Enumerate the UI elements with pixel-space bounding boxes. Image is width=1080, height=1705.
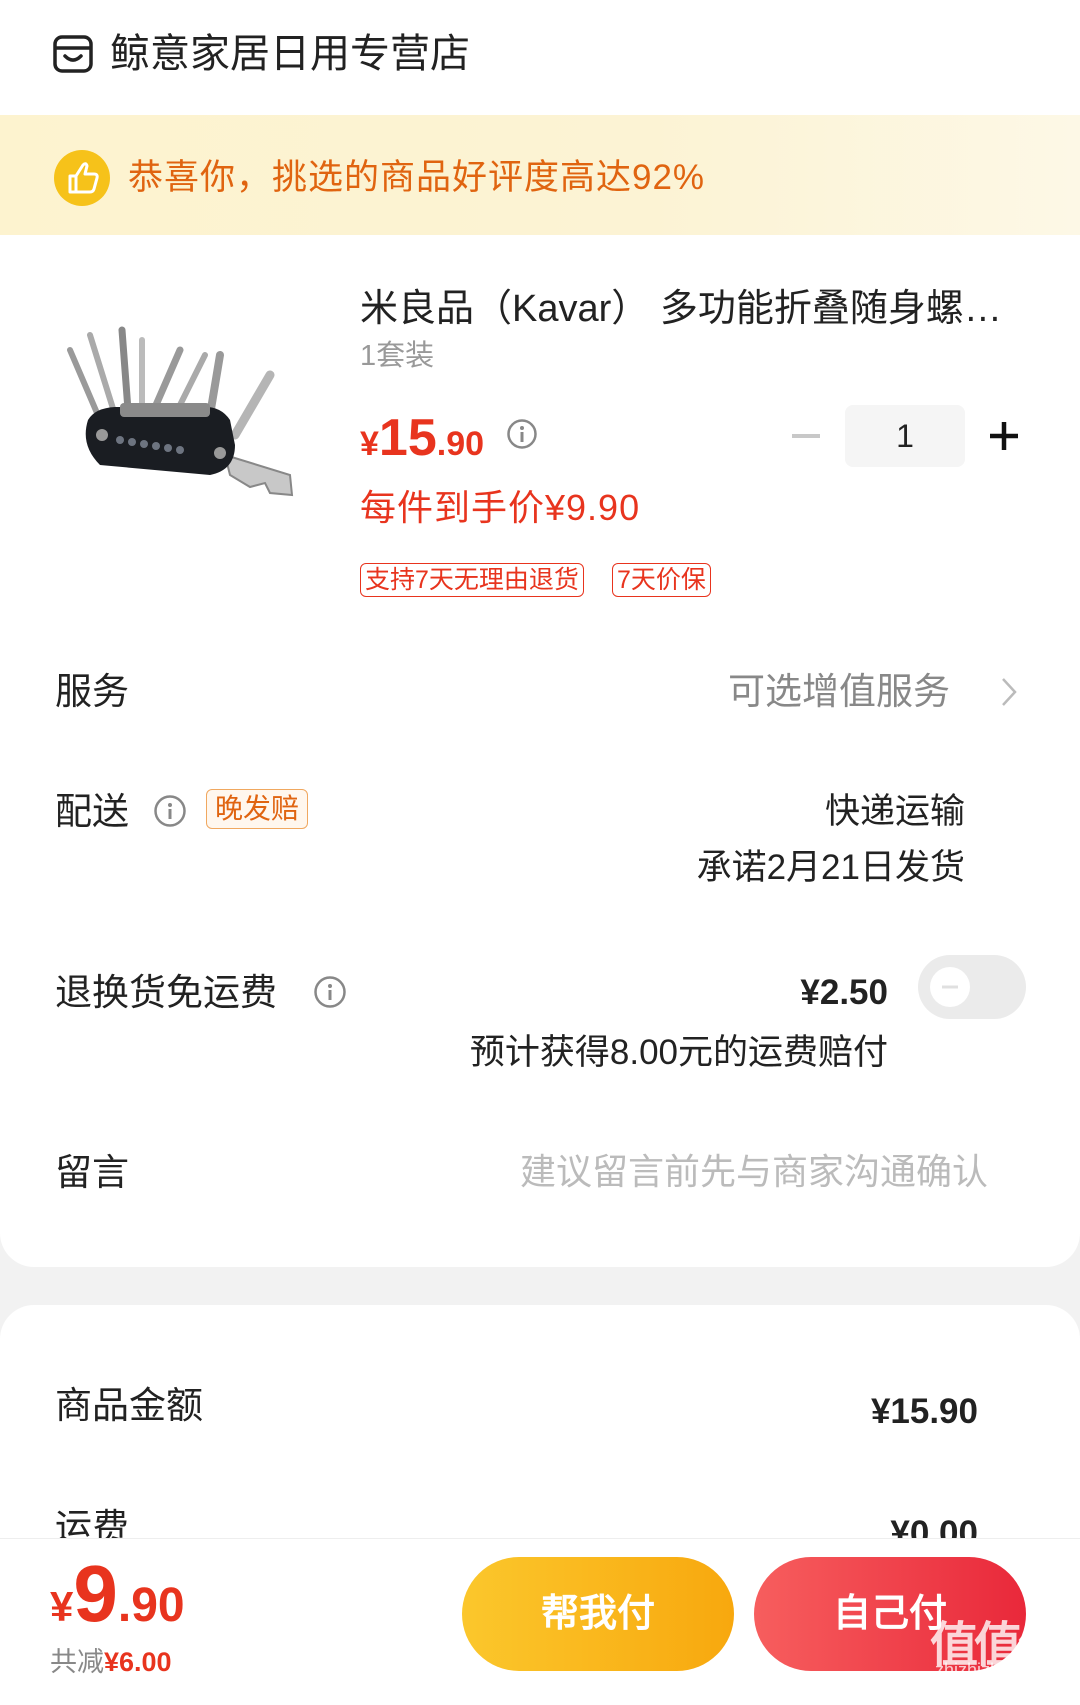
delivery-label: 配送 bbox=[55, 791, 129, 832]
return-shipping-label: 退换货免运费 bbox=[55, 972, 277, 1013]
goods-amount-value: ¥15.90 bbox=[870, 1392, 978, 1431]
store-name[interactable]: 鲸意家居日用专营店 bbox=[110, 30, 470, 78]
discount-label: 共减 bbox=[50, 1647, 104, 1677]
delivery-method: 快递运输 bbox=[824, 792, 965, 831]
info-icon[interactable] bbox=[153, 794, 187, 828]
late-delivery-compensation-tag: 晚发赔 bbox=[206, 789, 309, 829]
service-label: 服务 bbox=[55, 671, 129, 712]
price-decimal: .90 bbox=[436, 425, 485, 463]
product-price: ¥15.90 bbox=[360, 408, 484, 481]
chevron-right-icon[interactable] bbox=[1000, 676, 1018, 708]
quantity-increase-button[interactable] bbox=[986, 418, 1022, 454]
return-shipping-note: 预计获得8.00元的运费赔付 bbox=[469, 1033, 888, 1072]
service-value[interactable]: 可选增值服务 bbox=[728, 667, 950, 717]
watermark-url: zhizhizhi.com bbox=[935, 1660, 1044, 1680]
total-currency: ¥ bbox=[50, 1583, 74, 1630]
return-shipping-toggle[interactable] bbox=[918, 955, 1026, 1019]
product-spec[interactable]: 1套装 bbox=[360, 338, 434, 374]
discount-value: ¥6.00 bbox=[104, 1647, 172, 1677]
return-policy-tag: 支持7天无理由退货 bbox=[360, 563, 584, 597]
total-integer: 9 bbox=[73, 1549, 118, 1638]
price-integer: 15 bbox=[378, 409, 437, 467]
price-currency: ¥ bbox=[360, 425, 379, 463]
product-image[interactable] bbox=[60, 325, 320, 535]
delivery-promise: 承诺2月21日发货 bbox=[696, 848, 965, 887]
product-title[interactable]: 米良品（Kavar） 多功能折叠随身螺丝刀 bbox=[360, 285, 1025, 333]
toggle-knob bbox=[930, 967, 970, 1007]
return-shipping-price: ¥2.50 bbox=[800, 973, 888, 1012]
rating-banner-text: 恭喜你，挑选的商品好评度高达92% bbox=[128, 158, 706, 197]
info-icon[interactable] bbox=[506, 418, 538, 450]
discount-summary: 共减¥6.00 bbox=[50, 1645, 172, 1679]
total-decimal: .90 bbox=[117, 1579, 185, 1632]
message-input[interactable] bbox=[440, 1140, 988, 1204]
message-label: 留言 bbox=[55, 1152, 129, 1193]
quantity-decrease-button[interactable] bbox=[788, 418, 824, 454]
store-icon bbox=[53, 35, 93, 73]
quantity-input[interactable]: 1 bbox=[845, 405, 965, 467]
price-protect-tag: 7天价保 bbox=[612, 563, 711, 597]
goods-amount-label: 商品金额 bbox=[55, 1385, 203, 1426]
thumbs-up-icon bbox=[54, 150, 110, 206]
info-icon[interactable] bbox=[313, 975, 347, 1009]
each-final-price: 每件到手价¥9.90 bbox=[360, 487, 641, 528]
help-me-pay-button[interactable]: 帮我付 bbox=[462, 1557, 734, 1671]
